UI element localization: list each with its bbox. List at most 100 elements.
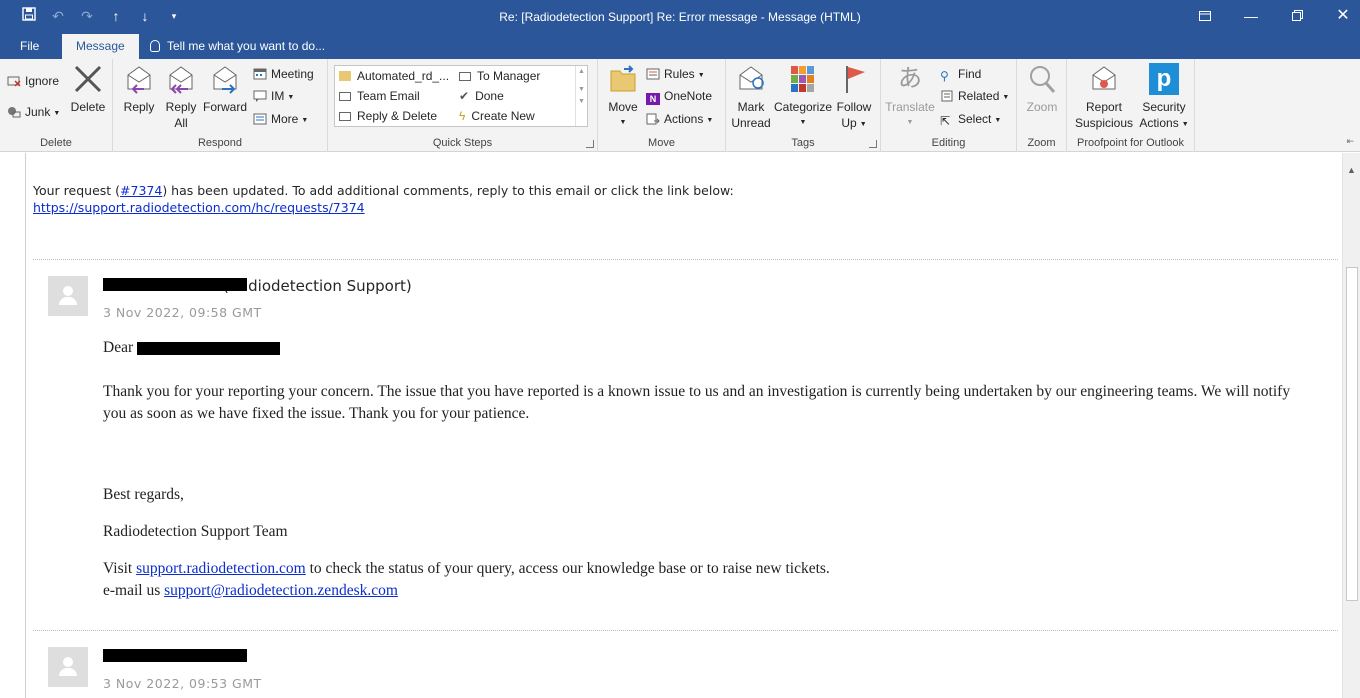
move-button[interactable]: Move ▼ — [604, 63, 642, 131]
email-prefix: e-mail us — [103, 582, 161, 599]
ignore-button[interactable]: Ignore — [7, 71, 59, 91]
delete-group-label: Delete — [40, 137, 72, 149]
translate-button[interactable]: あ Translate ▼ — [884, 63, 936, 131]
cursor-icon: ⇱ — [940, 114, 951, 128]
separator — [33, 259, 1338, 260]
reply-all-label-1: Reply — [165, 100, 197, 114]
quick-steps-gallery: Automated_rd_... Team Email Reply & Dele… — [334, 65, 588, 127]
related-button[interactable]: Related ▼ — [940, 86, 1009, 106]
vertical-scrollbar[interactable]: ▲ — [1342, 153, 1360, 698]
avatar — [48, 276, 88, 316]
find-button[interactable]: ⚲ Find — [940, 64, 981, 84]
tags-group-label: Tags — [791, 137, 815, 149]
onenote-button[interactable]: N OneNote — [646, 86, 712, 106]
actions-icon — [646, 113, 660, 125]
quick-step-done-label: Done — [475, 89, 504, 103]
respond-group: Reply Reply All Forward Meeting IM ▼ More… — [113, 59, 328, 152]
move-folder-icon — [610, 65, 636, 92]
close-icon[interactable]: ✕ — [1331, 6, 1355, 26]
restore-icon[interactable] — [1285, 6, 1309, 26]
actions-button[interactable]: Actions ▼ — [646, 109, 713, 129]
mark-unread-label-1: Mark — [737, 100, 765, 114]
translate-label: Translate — [885, 100, 935, 114]
quick-step-to-manager[interactable]: To Manager — [459, 69, 540, 83]
rules-label: Rules — [664, 67, 695, 81]
redaction-bar — [137, 342, 280, 355]
editing-group: あ Translate ▼ ⚲ Find Related ▼ ⇱ Select ▼ Edi… — [881, 59, 1017, 152]
flag-icon — [846, 66, 865, 93]
support-site-link[interactable]: support.radiodetection.com — [136, 560, 306, 577]
report-suspicious-button[interactable]: Report Suspicious — [1072, 63, 1136, 131]
zoom-button[interactable]: Zoom — [1021, 63, 1063, 115]
more-respond-button[interactable]: More ▼ — [253, 109, 308, 129]
reply-all-label-2: All — [174, 116, 188, 130]
quick-step-team-email-label: Team Email — [357, 89, 420, 103]
ribbon-display-options-icon[interactable] — [1193, 6, 1217, 26]
quick-step-create-new-label: Create New — [471, 109, 535, 123]
scroll-up-icon[interactable]: ▲ — [1347, 165, 1356, 175]
related-icon — [941, 90, 953, 102]
support-email-link[interactable]: support@radiodetection.zendesk.com — [164, 582, 398, 599]
quick-step-create-new[interactable]: ϟ Create New — [459, 109, 535, 123]
categorize-button[interactable]: Categorize ▼ — [773, 63, 833, 131]
collapse-ribbon-icon[interactable]: ⇤ — [1346, 136, 1354, 147]
select-label: Select — [958, 112, 992, 126]
move-group: Move ▼ Rules ▼ N OneNote Actions ▼ Move — [598, 59, 726, 152]
gallery-more-icon[interactable]: ▼ — [576, 98, 587, 105]
im-button[interactable]: IM ▼ — [253, 86, 294, 106]
quick-step-done[interactable]: ✔ Done — [459, 89, 504, 103]
select-button[interactable]: ⇱ Select ▼ — [940, 109, 1001, 129]
scrollbar-thumb[interactable] — [1346, 267, 1358, 601]
follow-up-button[interactable]: Follow Up ▼ — [833, 63, 875, 133]
scroll-down-icon[interactable]: ▼ — [576, 86, 587, 93]
visit-prefix: Visit — [103, 560, 133, 577]
quick-step-reply-delete-label: Reply & Delete — [357, 109, 438, 123]
reply-all-button[interactable]: Reply All — [161, 63, 201, 131]
categorize-icon — [791, 66, 814, 92]
reply-all-icon — [169, 66, 193, 94]
sender-suffix: (Radiodetection Support) — [223, 277, 412, 295]
meeting-button[interactable]: Meeting — [253, 64, 314, 84]
junk-icon — [8, 107, 21, 118]
tell-me-search[interactable]: Tell me what you want to do... — [150, 34, 325, 59]
proofpoint-group: Report Suspicious p Security Actions ▼ Pr… — [1067, 59, 1195, 152]
more-icon — [253, 113, 267, 125]
message-date: 3 Nov 2022, 09:58 GMT — [103, 305, 262, 320]
tab-message[interactable]: Message — [62, 34, 139, 59]
find-icon: ⚲ — [940, 69, 949, 83]
reply-button[interactable]: Reply — [119, 63, 159, 115]
folder-icon — [339, 71, 351, 81]
quick-step-automated[interactable]: Automated_rd_... — [339, 69, 449, 83]
junk-button[interactable]: Junk ▼ — [7, 102, 60, 122]
quick-steps-launcher[interactable] — [586, 140, 594, 148]
redaction-bar — [103, 649, 247, 662]
follow-up-label-1: Follow — [836, 100, 872, 114]
update-suffix: ) has been updated. To add additional co… — [162, 183, 734, 198]
report-label-2: Suspicious — [1074, 116, 1134, 130]
security-actions-button[interactable]: p Security Actions ▼ — [1137, 63, 1191, 133]
scroll-up-icon[interactable]: ▲ — [576, 68, 587, 75]
zoom-group: Zoom Zoom — [1017, 59, 1067, 152]
delete-button[interactable]: Delete — [68, 63, 108, 115]
lightning-icon: ϟ — [459, 109, 466, 123]
rules-button[interactable]: Rules ▼ — [646, 64, 705, 84]
tab-file[interactable]: File — [6, 34, 53, 59]
quick-steps-scrollbar[interactable]: ▲ ▼ ▼ — [575, 66, 587, 126]
mark-unread-button[interactable]: Mark Unread — [730, 63, 772, 131]
quick-step-reply-delete[interactable]: Reply & Delete — [339, 109, 437, 123]
minimize-icon[interactable]: — — [1239, 6, 1263, 26]
mark-unread-label-2: Unread — [731, 116, 771, 130]
email-line: e-mail us support@radiodetection.zendesk… — [103, 580, 398, 602]
request-url-link[interactable]: https://support.radiodetection.com/hc/re… — [33, 200, 365, 215]
reply-label: Reply — [123, 100, 155, 114]
message-date: 3 Nov 2022, 09:53 GMT — [103, 676, 262, 691]
security-label-2: Actions — [1139, 116, 1179, 130]
translate-icon: あ — [898, 65, 922, 92]
quick-step-team-email[interactable]: Team Email — [339, 89, 420, 103]
lightbulb-icon — [150, 40, 160, 52]
report-suspicious-icon — [1092, 66, 1116, 90]
avatar — [48, 647, 88, 687]
request-number-link[interactable]: #7374 — [120, 183, 162, 198]
forward-button[interactable]: Forward — [202, 63, 248, 115]
tags-launcher[interactable] — [869, 140, 877, 148]
